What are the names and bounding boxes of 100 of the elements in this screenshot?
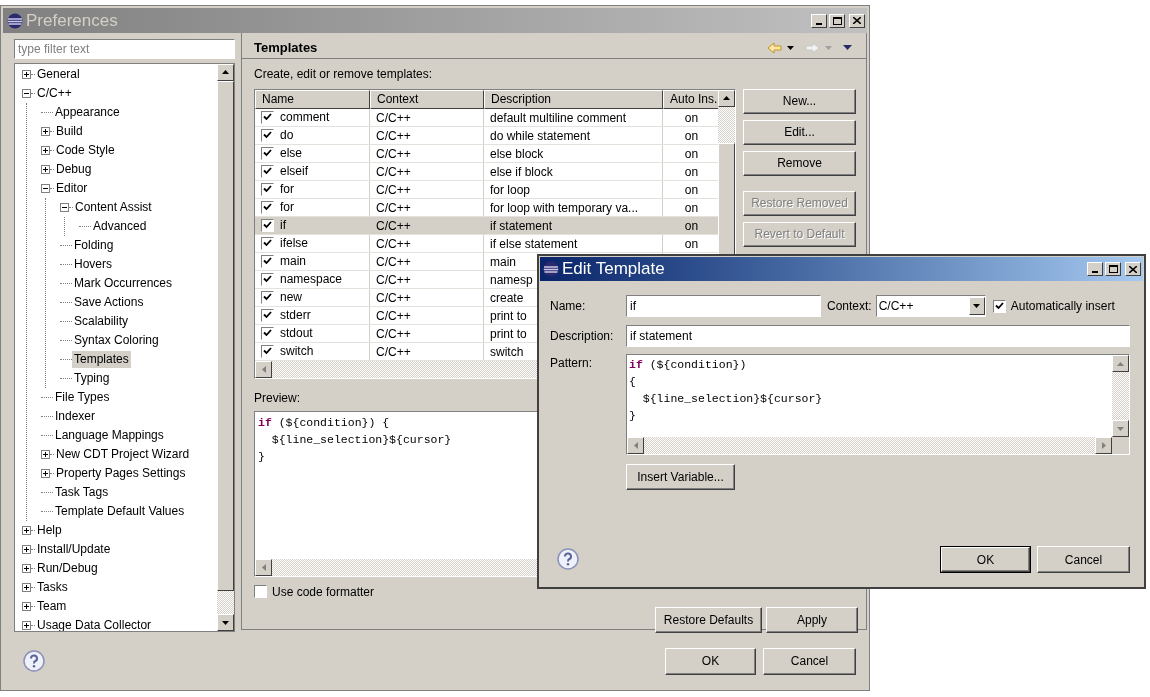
minimize-button[interactable] (1087, 262, 1103, 276)
tree-item[interactable]: New CDT Project Wizard (54, 445, 192, 463)
plus-box-icon[interactable] (22, 582, 31, 592)
cancel-button[interactable]: Cancel (763, 647, 856, 675)
tree-item[interactable]: Folding (72, 236, 116, 254)
tree-item[interactable]: Team (35, 597, 69, 615)
insert-variable-button[interactable]: Insert Variable... (626, 464, 735, 490)
scroll-left-button[interactable] (255, 558, 272, 576)
column-header[interactable]: Context (370, 89, 484, 109)
scroll-right-button[interactable] (1095, 437, 1112, 454)
scroll-left-button[interactable] (627, 437, 644, 454)
tree-item[interactable]: Usage Data Collector (35, 616, 154, 631)
tree-item[interactable]: Typing (72, 369, 112, 387)
tree-item[interactable]: C/C++ (35, 84, 74, 102)
tree-item[interactable]: Template Default Values (53, 502, 187, 520)
checkbox-label[interactable]: Automatically insert (1010, 297, 1115, 315)
tree-item[interactable]: General (35, 65, 82, 83)
tree-item[interactable]: Save Actions (72, 293, 146, 311)
name-field[interactable]: if (626, 295, 821, 317)
tree-item[interactable]: Task Tags (53, 483, 111, 501)
checkbox[interactable] (254, 585, 267, 598)
scroll-up-button[interactable] (217, 63, 234, 81)
column-header[interactable]: Name (255, 89, 370, 109)
checkbox[interactable] (261, 308, 274, 322)
tree-item[interactable]: Content Assist (73, 198, 154, 216)
pattern-editor[interactable]: if (${condition}) { ${line_selection}${cursor} } (626, 354, 1130, 455)
side-button[interactable]: New... (743, 88, 856, 114)
maximize-button[interactable] (1105, 262, 1121, 276)
minus-box-icon[interactable] (22, 88, 31, 98)
checkbox[interactable] (261, 218, 274, 232)
ok-button[interactable]: OK (941, 547, 1030, 572)
checkbox[interactable] (261, 326, 274, 340)
side-button[interactable]: Edit... (743, 119, 856, 145)
checkbox[interactable] (261, 272, 274, 286)
plus-box-icon[interactable] (22, 525, 31, 535)
checkbox[interactable] (261, 146, 274, 160)
caret-icon[interactable] (787, 45, 794, 50)
tree-item[interactable]: Install/Update (35, 540, 113, 558)
apply-button[interactable]: Apply (766, 606, 858, 633)
tree-item[interactable]: Scalability (72, 312, 131, 330)
column-header[interactable]: Description (484, 89, 663, 109)
close-button[interactable] (849, 13, 865, 28)
plus-box-icon[interactable] (41, 468, 50, 478)
checkbox[interactable] (261, 236, 274, 250)
tree-item[interactable]: Debug (54, 160, 94, 178)
checkbox[interactable] (261, 254, 274, 268)
scroll-down-button[interactable] (217, 614, 234, 631)
plus-box-icon[interactable] (41, 164, 50, 174)
checkbox-label[interactable]: Use code formatter (272, 582, 375, 601)
plus-box-icon[interactable] (22, 563, 31, 573)
help-icon[interactable] (557, 548, 579, 570)
close-button[interactable] (1125, 262, 1141, 276)
minus-box-icon[interactable] (60, 202, 69, 212)
plus-box-icon[interactable] (22, 620, 31, 630)
tree-item[interactable]: Indexer (53, 407, 98, 425)
tree-item[interactable]: Build (54, 122, 85, 140)
plus-box-icon[interactable] (41, 449, 50, 459)
checkbox[interactable] (261, 110, 274, 124)
ok-button[interactable]: OK (665, 647, 756, 675)
checkbox[interactable] (261, 200, 274, 214)
tree-item[interactable]: Appearance (53, 103, 122, 121)
tree-item[interactable]: Run/Debug (35, 559, 100, 577)
checkbox[interactable] (261, 290, 274, 304)
scroll-up-button[interactable] (1112, 355, 1129, 372)
plus-box-icon[interactable] (22, 601, 31, 611)
tree-item[interactable]: Property Pages Settings (54, 464, 188, 482)
filter-field[interactable]: type filter text (14, 39, 235, 59)
plus-box-icon[interactable] (41, 145, 50, 155)
tree-item[interactable]: Help (35, 521, 64, 539)
scroll-down-button[interactable] (1112, 420, 1129, 437)
tree-item[interactable]: Hovers (72, 255, 114, 273)
tree-item[interactable]: File Types (53, 388, 112, 406)
tree-item[interactable]: Templates (72, 350, 131, 368)
tree-item[interactable]: Tasks (35, 578, 70, 596)
tree-item[interactable]: Editor (54, 179, 90, 197)
tree-item[interactable]: Code Style (54, 141, 117, 159)
column-header[interactable]: Auto Ins. (663, 89, 718, 109)
menu-caret-icon[interactable] (843, 45, 852, 51)
checkbox[interactable] (261, 164, 274, 178)
help-icon[interactable] (23, 650, 45, 672)
checkbox[interactable] (261, 344, 274, 358)
checkbox[interactable] (261, 182, 274, 196)
tree-item[interactable]: Syntax Coloring (72, 331, 161, 349)
side-button[interactable]: Remove (743, 150, 856, 176)
plus-box-icon[interactable] (22, 69, 31, 79)
scrollbar-thumb[interactable] (217, 80, 234, 591)
tree-item[interactable]: Mark Occurrences (72, 274, 175, 292)
restore-defaults-button[interactable]: Restore Defaults (655, 606, 762, 633)
plus-box-icon[interactable] (22, 544, 31, 554)
checkbox[interactable] (261, 128, 274, 142)
tree-item[interactable]: Advanced (91, 217, 149, 235)
cancel-button[interactable]: Cancel (1037, 546, 1130, 573)
minimize-button[interactable] (811, 13, 827, 28)
context-dropdown[interactable]: C/C++ (875, 295, 986, 317)
minus-box-icon[interactable] (41, 183, 50, 193)
tree-item[interactable]: Language Mappings (53, 426, 166, 444)
plus-box-icon[interactable] (41, 126, 50, 136)
checkbox[interactable] (992, 299, 1006, 313)
maximize-button[interactable] (829, 13, 845, 28)
description-field[interactable]: if statement (626, 325, 1130, 347)
